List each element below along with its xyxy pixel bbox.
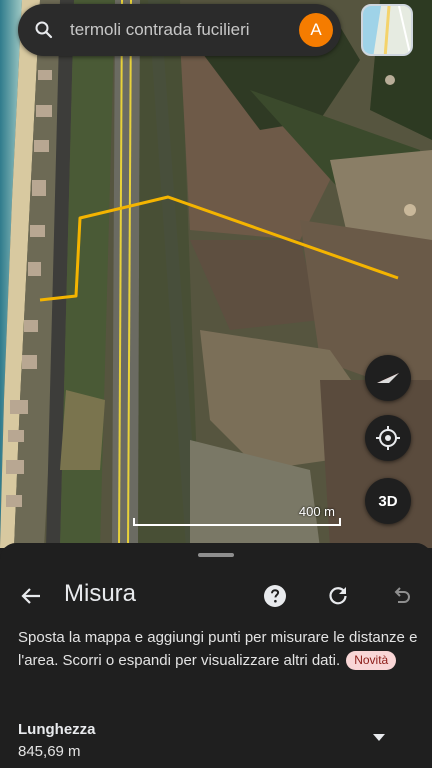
undo-icon (394, 587, 410, 603)
length-label: Lunghezza (18, 721, 96, 738)
avatar[interactable]: A (299, 13, 333, 47)
compass-button[interactable] (365, 355, 411, 401)
back-button[interactable] (14, 579, 48, 613)
map-scale: 400 m (133, 504, 341, 526)
3d-button[interactable]: 3D (365, 478, 411, 524)
reset-button[interactable] (323, 581, 353, 611)
refresh-icon (329, 587, 347, 605)
layers-button[interactable] (361, 4, 413, 56)
instructions-text: Sposta la mappa e aggiungi punti per mis… (18, 626, 418, 672)
help-button[interactable] (260, 581, 290, 611)
panel-header: Misura (0, 575, 432, 615)
map-thumbnail-icon (363, 6, 411, 54)
undo-button[interactable] (386, 581, 416, 611)
panel-title: Misura (64, 580, 137, 607)
length-value: 845,69 m (18, 743, 81, 760)
search-icon (18, 4, 70, 56)
help-icon (264, 585, 286, 607)
back-arrow-icon (21, 588, 40, 604)
scale-label: 400 m (298, 504, 335, 519)
crosshair-icon (376, 426, 400, 450)
scale-bar (133, 518, 341, 526)
chevron-down-icon (373, 734, 385, 741)
satellite-imagery (0, 0, 432, 548)
expand-button[interactable] (370, 731, 388, 745)
measure-panel[interactable]: Misura Sposta la mappa e aggiungi punti … (0, 543, 432, 768)
map-view[interactable]: termoli contrada fucilieri A 3D 400 m (0, 0, 432, 548)
drag-handle[interactable] (198, 553, 234, 557)
search-bar[interactable]: termoli contrada fucilieri A (18, 4, 341, 56)
new-badge: Novità (346, 651, 397, 670)
search-query[interactable]: termoli contrada fucilieri (70, 20, 299, 40)
my-location-button[interactable] (365, 415, 411, 461)
compass-icon (377, 373, 399, 383)
